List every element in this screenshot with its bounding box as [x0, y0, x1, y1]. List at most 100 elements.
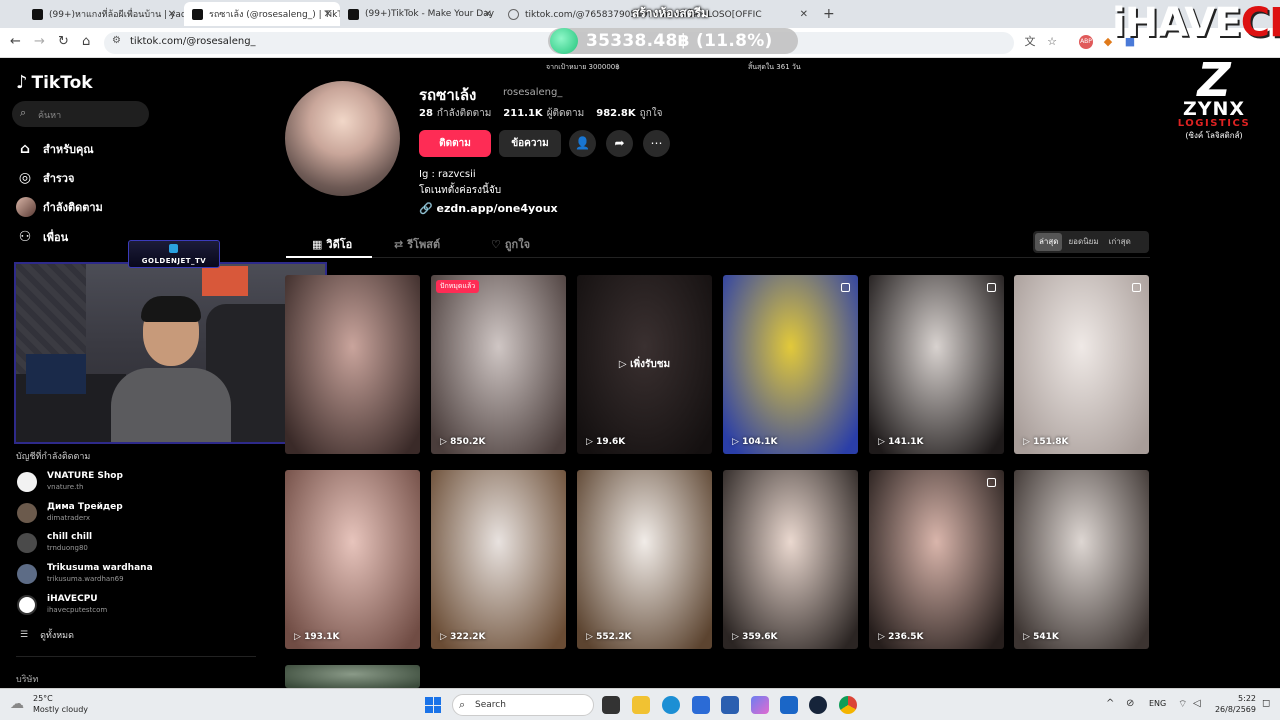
clock-time[interactable]: 5:22	[1206, 694, 1256, 703]
following-stat[interactable]: 28 กำลังติดตาม	[419, 106, 491, 121]
account-avatar	[17, 532, 37, 553]
share-icon[interactable]: ➦	[606, 130, 633, 157]
profile-display-name: รถซาเล้ง	[419, 86, 477, 104]
following-account[interactable]: VNATURE Shop vnature.th	[17, 471, 123, 492]
windows-start-icon[interactable]	[425, 697, 441, 713]
view-count: ▷ 552.2K	[586, 632, 632, 642]
close-icon[interactable]: ✕	[168, 9, 176, 20]
following-account[interactable]: iHAVECPU ihavecputestcom	[17, 594, 107, 615]
video-tile[interactable]: ▷ 236.5K	[869, 470, 1004, 649]
nav-for-you[interactable]: ⌂ สำหรับคุณ	[16, 138, 94, 160]
search-input[interactable]: ⌕ ค้นหา	[12, 101, 149, 127]
close-icon[interactable]: ✕	[800, 9, 808, 20]
nav-friends[interactable]: ⚇ เพื่อน	[16, 226, 68, 248]
message-button[interactable]: ข้อความ	[499, 130, 561, 157]
following-account[interactable]: Дима Трейдер dimatraderx	[17, 502, 123, 523]
edge-icon[interactable]	[662, 696, 680, 714]
video-tile[interactable]: ▷ 552.2K	[577, 470, 712, 649]
back-icon[interactable]: ←	[10, 34, 21, 49]
network-icon[interactable]: ⊘	[1126, 698, 1134, 709]
sponsor-name: ZYNX	[1182, 98, 1246, 120]
video-tile[interactable]: ▷ 141.1K	[869, 275, 1004, 454]
video-tile[interactable]: ▷ 104.1K	[723, 275, 858, 454]
outlook-icon[interactable]	[780, 696, 798, 714]
profile-avatar[interactable]	[285, 81, 400, 196]
account-avatar	[17, 471, 37, 492]
clock-date[interactable]: 26/8/2569	[1206, 705, 1256, 714]
video-tile[interactable]: ▷ 151.8K	[1014, 275, 1149, 454]
link-icon: 🔗	[419, 202, 433, 215]
nav-following[interactable]: กำลังติดตาม	[16, 196, 103, 218]
new-tab-button[interactable]: +	[823, 6, 835, 22]
browser-tab-active[interactable]: รถซาเล้ง (@rosesaleng_) | TikTok ✕	[184, 2, 340, 26]
bio-link[interactable]: 🔗 ezdn.app/one4youx	[419, 202, 558, 215]
wifi-icon[interactable]: ⌔	[1178, 698, 1187, 711]
list-icon: ☰	[20, 630, 29, 640]
photo-carousel-icon	[987, 478, 996, 487]
cloud-icon: ☁	[10, 696, 24, 712]
task-view-icon[interactable]	[602, 696, 620, 714]
reload-icon[interactable]: ↻	[58, 34, 69, 49]
forward-icon[interactable]: →	[34, 34, 45, 49]
tab-reposts[interactable]: ⇄ รีโพสต์	[394, 235, 440, 253]
video-tile[interactable]: ▷ 322.2K	[431, 470, 566, 649]
logo-text: TikTok	[31, 72, 93, 93]
following-account[interactable]: Trikusuma wardhana trikusuma.wardhan69	[17, 563, 153, 584]
tab-videos[interactable]: ▦ วิดีโอ	[312, 235, 352, 253]
friends-icon: ⚇	[18, 229, 32, 245]
grid-icon: ▦	[312, 237, 323, 251]
file-explorer-icon[interactable]	[632, 696, 650, 714]
steam-icon[interactable]	[809, 696, 827, 714]
nav-label: กำลังติดตาม	[43, 201, 103, 214]
translate-icon[interactable]: 文	[1023, 35, 1037, 49]
copilot-icon[interactable]	[751, 696, 769, 714]
browser-tab[interactable]: (99+)หาแกงที่ล้อผีเพื่อนบ้าน | yadai ✕	[24, 2, 184, 26]
see-all-link[interactable]: ☰ ดูทั้งหมด	[20, 628, 74, 642]
site-info-icon[interactable]: ⚙	[112, 35, 121, 46]
video-tile[interactable]: ▷ เพิ่งรับชม ▷ 19.6K	[577, 275, 712, 454]
tiktok-icon	[192, 8, 203, 20]
chevron-up-icon[interactable]: ^	[1106, 698, 1114, 709]
video-tile[interactable]	[285, 275, 420, 454]
account-name: chill chill	[47, 532, 93, 542]
more-icon[interactable]: ⋯	[643, 130, 670, 157]
donation-indicator	[550, 28, 578, 54]
video-tile[interactable]: ▷ 193.1K	[285, 470, 420, 649]
language-indicator[interactable]: ENG	[1149, 699, 1166, 708]
notification-icon[interactable]: ◻	[1262, 698, 1270, 709]
tab-liked[interactable]: ♡ ถูกใจ	[491, 235, 530, 253]
sort-popular[interactable]: ยอดนิยม	[1064, 233, 1102, 251]
tab-title: (99+)TikTok - Make Your Day	[365, 9, 495, 19]
add-friend-icon[interactable]: 👤	[569, 130, 596, 157]
video-tile[interactable]: ▷ 541K	[1014, 470, 1149, 649]
extension-icon[interactable]: ABP	[1079, 35, 1093, 49]
video-tile[interactable]	[285, 665, 420, 688]
followers-stat[interactable]: 211.1K ผู้ติดตาม	[503, 106, 584, 121]
following-account[interactable]: chill chill trnduong80	[17, 532, 92, 553]
home-icon[interactable]: ⌂	[82, 34, 90, 49]
chrome-icon[interactable]	[839, 696, 857, 714]
webcam-shirt	[111, 368, 231, 442]
sort-latest[interactable]: ล่าสุด	[1035, 233, 1063, 251]
sort-oldest[interactable]: เก่าสุด	[1105, 233, 1135, 251]
taskbar-search[interactable]: ⌕ Search	[452, 694, 594, 716]
weather-desc[interactable]: Mostly cloudy	[33, 705, 88, 714]
view-count: ▷ 193.1K	[294, 632, 340, 642]
bio-line: โดเนทตั้งค่อรงนี้จับ	[419, 185, 502, 196]
bookmark-star-icon[interactable]: ☆	[1045, 35, 1059, 49]
company-link[interactable]: บริษัท	[16, 672, 38, 686]
follow-button[interactable]: ติดตาม	[419, 130, 491, 157]
volume-icon[interactable]: ◁	[1193, 698, 1201, 709]
nav-explore[interactable]: ◎ สำรวจ	[16, 167, 75, 189]
video-tile[interactable]: ▷ 359.6K	[723, 470, 858, 649]
close-icon[interactable]: ✕	[324, 9, 332, 20]
weather-temp[interactable]: 25°C	[33, 694, 53, 703]
close-icon[interactable]: ✕	[484, 9, 492, 20]
tiktok-logo[interactable]: ♪ TikTok	[16, 72, 93, 93]
video-tile[interactable]: ปักหมุดแล้ว ▷ 850.2K	[431, 275, 566, 454]
vscode-icon[interactable]	[692, 696, 710, 714]
stream-room-title: สร้างห้องสตรีม	[632, 6, 709, 20]
store-icon[interactable]	[721, 696, 739, 714]
donation-amount: 35338.48฿ (11.8%)	[586, 31, 773, 51]
browser-tab[interactable]: (99+)TikTok - Make Your Day ✕	[340, 2, 500, 26]
